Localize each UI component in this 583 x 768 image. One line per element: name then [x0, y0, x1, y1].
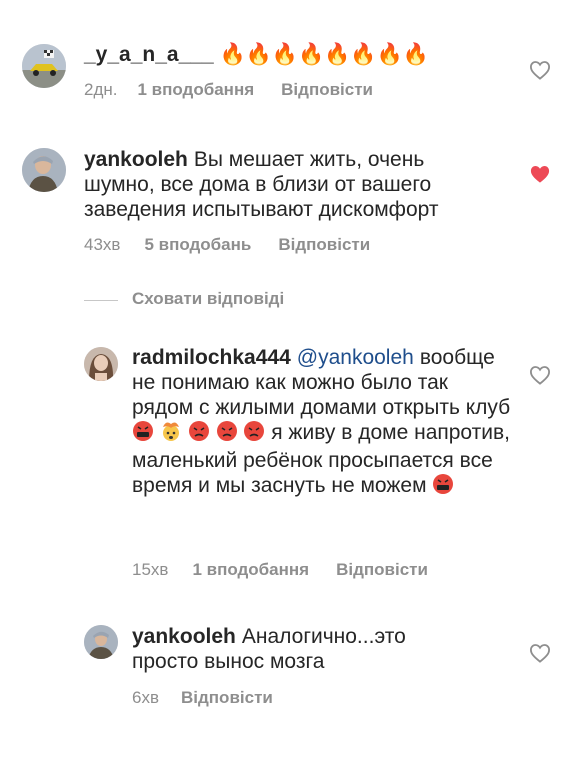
angry-face-icon: [216, 420, 238, 448]
angry-cursing-face-icon: [132, 420, 154, 448]
likes-count[interactable]: 5 вподобань: [144, 235, 251, 255]
reply-button[interactable]: Відповісти: [181, 688, 273, 708]
reply-time: 15хв: [132, 560, 169, 579]
comment-time: 43хв: [84, 235, 121, 254]
reply-button[interactable]: Відповісти: [281, 80, 373, 100]
user-photo-icon: [22, 148, 66, 192]
reply-button[interactable]: Відповісти: [336, 560, 428, 580]
reply-username[interactable]: radmilochka444: [132, 346, 291, 369]
reply-text: radmilochka444 @yankooleh вообще не понима…: [132, 345, 512, 501]
avatar[interactable]: [84, 347, 118, 381]
likes-count[interactable]: 1 вподобання: [192, 560, 309, 580]
angry-cursing-face-icon: [432, 473, 454, 501]
comment-text: _y_a_n_a___ 🔥🔥🔥🔥🔥🔥🔥🔥: [84, 42, 484, 67]
comment-username[interactable]: _y_a_n_a___: [84, 43, 214, 66]
heart-outline-icon[interactable]: [529, 60, 551, 80]
reply-username[interactable]: yankooleh: [132, 625, 236, 648]
reply-button[interactable]: Відповісти: [278, 235, 370, 255]
heart-outline-icon[interactable]: [529, 643, 551, 663]
reply-time: 6хв: [132, 688, 159, 707]
racecar-photo-icon: [22, 44, 66, 88]
heart-outline-icon[interactable]: [529, 365, 551, 385]
reply-meta: 6хв Відповісти: [132, 688, 273, 708]
comment-text: yankooleh Вы мешает жить, очень шумно, вс…: [84, 147, 484, 222]
angry-face-icon: [243, 420, 265, 448]
angry-face-icon: [188, 420, 210, 448]
heart-filled-icon[interactable]: [529, 164, 551, 184]
comment-body: 🔥🔥🔥🔥🔥🔥🔥🔥: [219, 43, 429, 66]
mention-link[interactable]: @yankooleh: [297, 346, 414, 369]
hide-replies-divider: [84, 300, 118, 301]
avatar[interactable]: [84, 625, 118, 659]
avatar[interactable]: [22, 44, 66, 88]
comment-time: 2дн.: [84, 80, 118, 99]
avatar[interactable]: [22, 148, 66, 192]
hide-replies-label[interactable]: Сховати відповіді: [132, 289, 284, 309]
comment-meta: 2дн. 1 вподобання Відповісти: [84, 80, 373, 100]
exploding-head-icon: [160, 420, 182, 448]
user-photo-icon: [84, 347, 118, 381]
user-photo-icon: [84, 625, 118, 659]
comment-username[interactable]: yankooleh: [84, 148, 188, 171]
reply-meta: 15хв 1 вподобання Відповісти: [132, 560, 428, 580]
reply-text: yankooleh Аналогично...это просто вынос м…: [132, 624, 462, 674]
likes-count[interactable]: 1 вподобання: [138, 80, 255, 100]
comment-meta: 43хв 5 вподобань Відповісти: [84, 235, 370, 255]
